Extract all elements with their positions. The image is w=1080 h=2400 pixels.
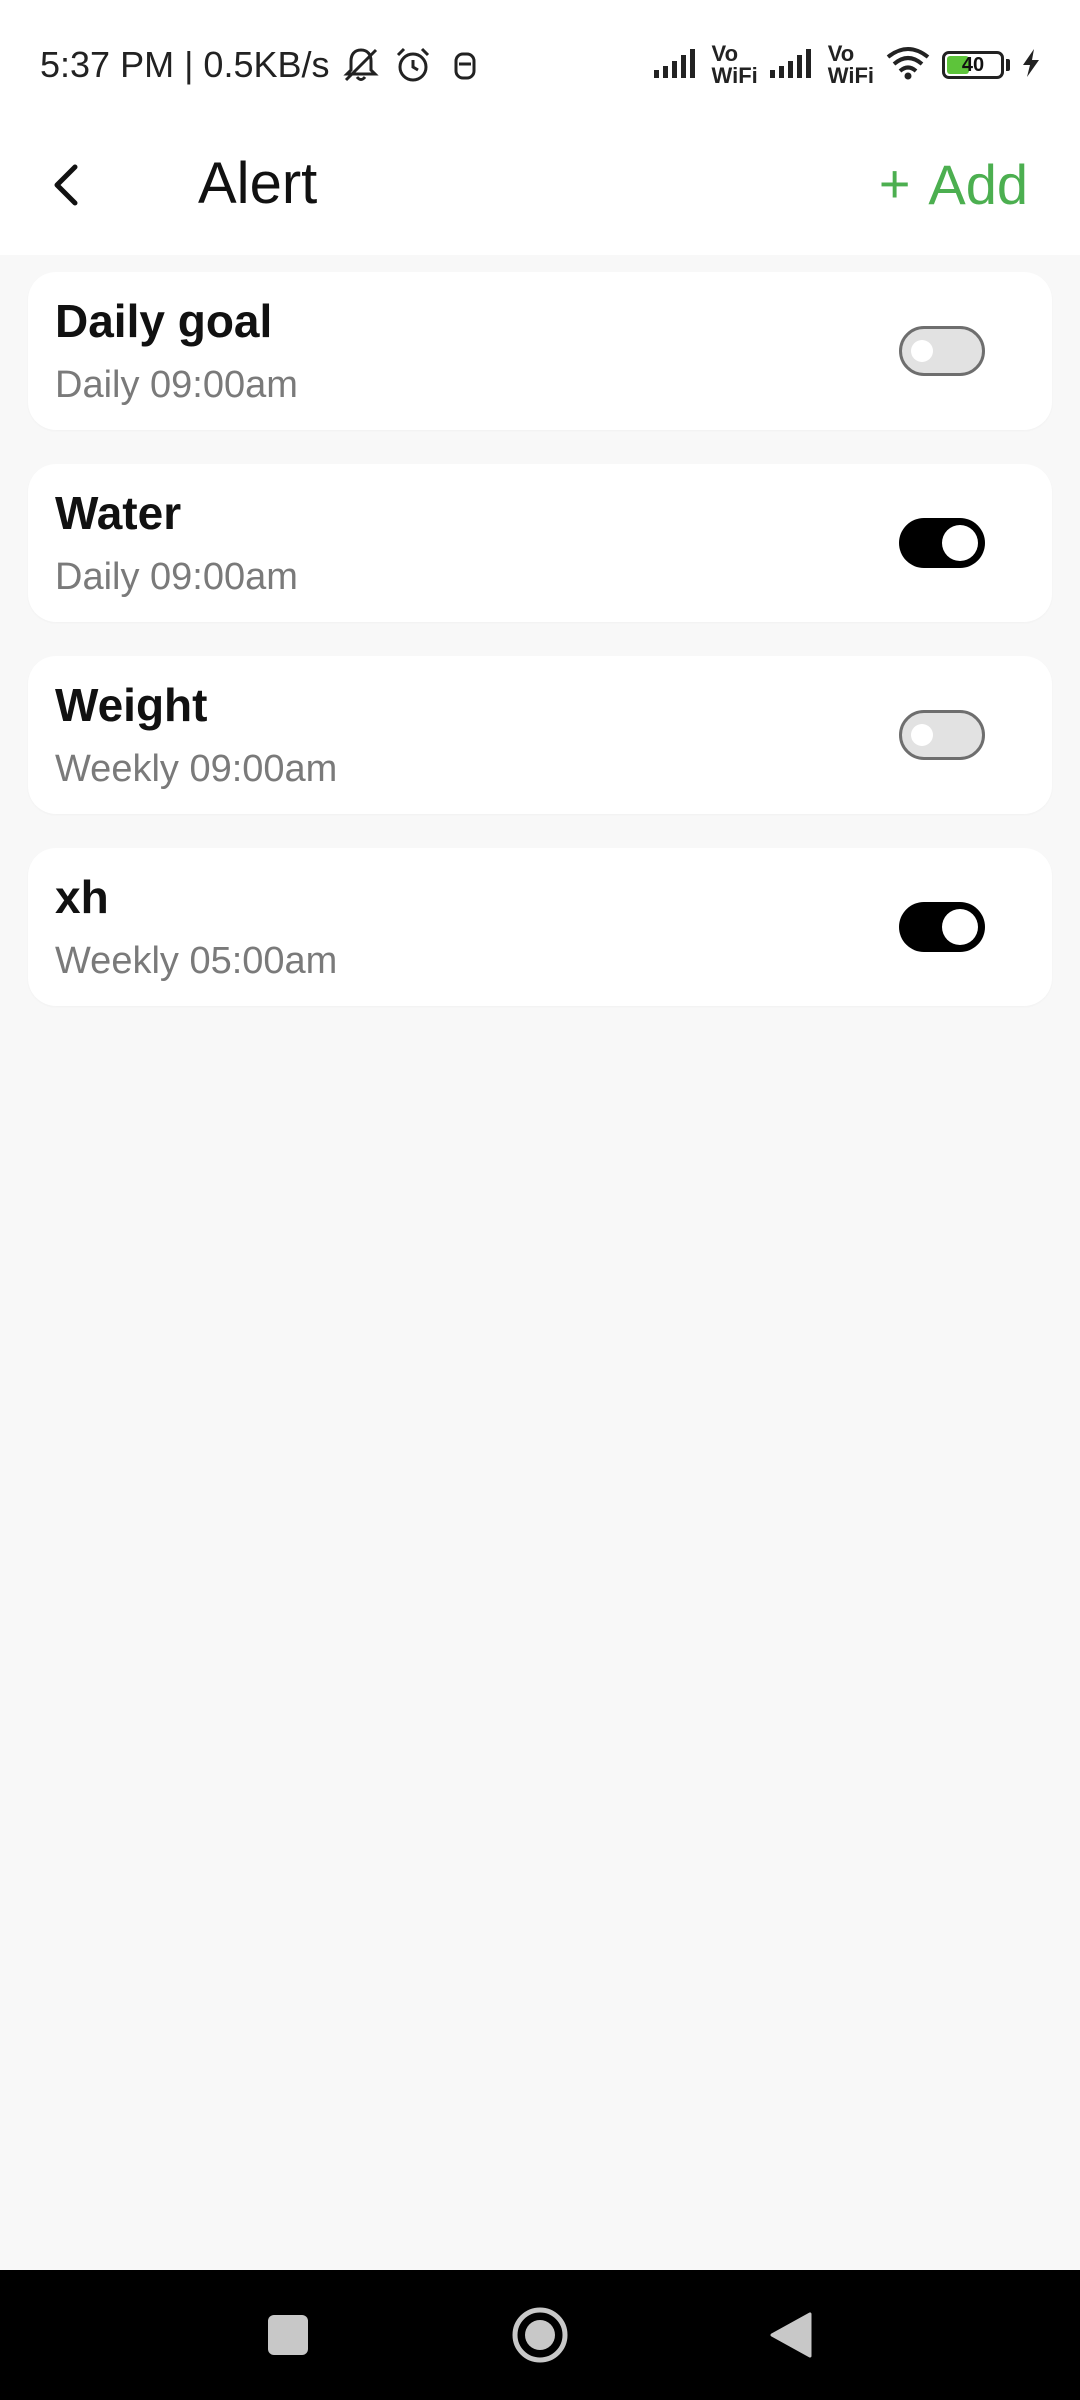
alert-toggle-xh[interactable] [899, 902, 985, 952]
alert-item-xh[interactable]: xh Weekly 05:00am [28, 848, 1052, 1006]
status-right: Vo WiFi Vo WiFi 40 [652, 40, 1042, 90]
alert-name: Water [55, 487, 182, 539]
vowifi-wifi: WiFi [711, 63, 758, 88]
toggle-knob [942, 525, 978, 561]
status-time-speed: 5:37 PM | 0.5KB/s [40, 44, 330, 85]
add-alert-button[interactable]: + Add [879, 142, 1028, 226]
alert-schedule: Weekly 09:00am [55, 748, 338, 790]
app-notification-icon [444, 44, 486, 86]
back-nav-button[interactable] [756, 2300, 826, 2370]
plus-icon: + [878, 154, 911, 214]
signal-icon [768, 46, 818, 85]
charging-bolt-icon [1020, 47, 1042, 84]
toggle-knob [942, 909, 978, 945]
app-header: Alert + Add [0, 130, 1080, 255]
vowifi-indicator: Vo WiFi [712, 43, 758, 87]
wifi-icon [884, 45, 932, 86]
vowifi-vo: Vo [827, 41, 855, 66]
alert-schedule: Daily 09:00am [55, 556, 298, 598]
toggle-knob [911, 340, 933, 362]
system-nav-bar [0, 2270, 1080, 2400]
vowifi-indicator: Vo WiFi [828, 43, 874, 87]
add-button-label: Add [928, 152, 1028, 216]
battery-nub [1006, 59, 1010, 71]
alert-item-daily-goal[interactable]: Daily goal Daily 09:00am [28, 272, 1052, 430]
chevron-left-icon [54, 164, 78, 206]
alert-name: xh [55, 871, 109, 923]
home-circle-icon [512, 2307, 568, 2363]
signal-icon [652, 46, 702, 85]
battery-icon: 40 [942, 51, 1004, 79]
battery-level: 40 [961, 53, 985, 76]
page-title: Alert [198, 151, 318, 216]
alert-toggle-water[interactable] [899, 518, 985, 568]
bell-muted-icon [340, 44, 382, 86]
alarm-clock-icon [392, 44, 434, 86]
vowifi-vo: Vo [711, 41, 739, 66]
status-left: 5:37 PM | 0.5KB/s [40, 40, 486, 90]
alert-list: Daily goal Daily 09:00am Water Daily 09:… [28, 272, 1052, 1040]
toggle-knob [911, 724, 933, 746]
alert-item-weight[interactable]: Weight Weekly 09:00am [28, 656, 1052, 814]
alert-toggle-daily-goal[interactable] [899, 326, 985, 376]
alert-toggle-weight[interactable] [899, 710, 985, 760]
status-bar: 5:37 PM | 0.5KB/s Vo WiFi Vo WiFi 40 [0, 0, 1080, 130]
alert-item-water[interactable]: Water Daily 09:00am [28, 464, 1052, 622]
alert-name: Weight [55, 679, 208, 731]
recents-square-icon [268, 2315, 308, 2355]
back-triangle-icon [770, 2312, 812, 2358]
home-button[interactable] [505, 2300, 575, 2370]
vowifi-wifi: WiFi [827, 63, 874, 88]
alert-schedule: Weekly 05:00am [55, 940, 338, 982]
recents-button[interactable] [253, 2300, 323, 2370]
alert-name: Daily goal [55, 295, 273, 347]
alert-schedule: Daily 09:00am [55, 364, 298, 406]
back-button[interactable] [30, 150, 100, 220]
